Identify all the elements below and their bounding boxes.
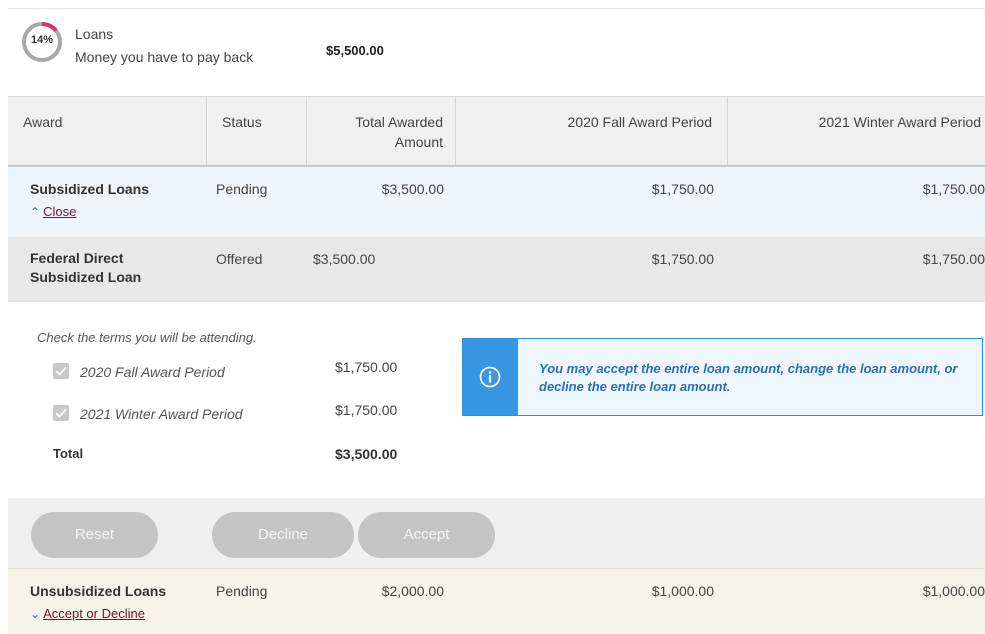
checkmark-icon	[55, 366, 67, 376]
info-message-box: You may accept the entire loan amount, c…	[462, 338, 983, 416]
unsubsidized-toggle[interactable]: ⌄ Accept or Decline	[30, 605, 145, 621]
federal-name-line2: Subsidized Loan	[30, 269, 142, 285]
header-winter: 2021 Winter Award Period	[728, 97, 985, 165]
summary-subtitle: Money you have to pay back	[75, 49, 254, 65]
header-total-line2: Amount	[394, 134, 443, 150]
term-amount-fall: $1,750.00	[335, 359, 398, 375]
term-checkbox-fall[interactable]	[53, 363, 69, 379]
reset-button[interactable]: Reset	[31, 512, 158, 558]
award-table-header: Award Status Total Awarded Amount 2020 F…	[8, 96, 985, 168]
subsidized-loans-row: Subsidized Loans ⌃ Close Pending $3,500.0…	[8, 167, 985, 238]
header-award-label: Award	[23, 114, 63, 130]
term-label-fall: 2020 Fall Award Period	[80, 364, 225, 380]
header-award: Award	[8, 97, 207, 165]
summary-amount: $5,500.00	[326, 43, 384, 58]
accept-button[interactable]: Accept	[358, 512, 495, 558]
subsidized-name: Subsidized Loans	[30, 181, 150, 197]
subsidized-status: Pending	[216, 181, 268, 197]
federal-name-line1: Federal Direct	[30, 250, 124, 266]
unsubsidized-status: Pending	[216, 583, 268, 599]
term-label-winter: 2021 Winter Award Period	[80, 406, 243, 422]
header-fall: 2020 Fall Award Period	[456, 97, 728, 165]
federal-total: $3,500.00	[313, 251, 376, 267]
chevron-down-icon: ⌄	[30, 607, 41, 621]
info-icon	[479, 366, 501, 388]
federal-name: Federal Direct Subsidized Loan	[30, 249, 141, 287]
percent-label: 14%	[30, 34, 54, 46]
unsubsidized-total: $2,000.00	[381, 583, 444, 599]
unsubsidized-loans-row: Unsubsidized Loans ⌄ Accept or Decline Pe…	[8, 568, 985, 634]
subsidized-toggle[interactable]: ⌃ Close	[30, 203, 76, 219]
term-checkbox-winter[interactable]	[53, 405, 69, 421]
chevron-up-icon: ⌃	[30, 205, 41, 219]
federal-winter: $1,750.00	[922, 251, 985, 267]
accept-or-decline-link[interactable]: Accept or Decline	[43, 606, 145, 621]
header-status: Status	[207, 97, 307, 165]
unsubsidized-winter: $1,000.00	[922, 583, 985, 599]
terms-instruction: Check the terms you will be attending.	[37, 330, 257, 345]
summary-title: Loans	[75, 26, 114, 42]
terms-total-label: Total	[53, 446, 84, 461]
close-link[interactable]: Close	[43, 204, 76, 219]
header-fall-label: 2020 Fall Award Period	[567, 114, 713, 130]
checkmark-icon	[55, 408, 67, 418]
decline-button[interactable]: Decline	[212, 512, 354, 558]
info-icon-panel	[463, 339, 518, 415]
header-status-label: Status	[222, 114, 262, 130]
info-message-text: You may accept the entire loan amount, c…	[539, 361, 958, 394]
subsidized-total: $3,500.00	[381, 181, 444, 197]
subsidized-winter: $1,750.00	[922, 181, 985, 197]
header-winter-label: 2021 Winter Award Period	[818, 114, 981, 130]
subsidized-fall: $1,750.00	[651, 181, 714, 197]
unsubsidized-name: Unsubsidized Loans	[30, 583, 167, 599]
federal-direct-loan-row: Federal Direct Subsidized Loan Offered $…	[8, 237, 985, 303]
unsubsidized-fall: $1,000.00	[651, 583, 714, 599]
header-total-line1: Total Awarded	[355, 114, 443, 130]
term-amount-winter: $1,750.00	[335, 402, 398, 418]
federal-status: Offered	[216, 251, 263, 267]
terms-total-amount: $3,500.00	[335, 446, 398, 462]
federal-fall: $1,750.00	[651, 251, 714, 267]
header-total: Total Awarded Amount	[307, 97, 456, 165]
